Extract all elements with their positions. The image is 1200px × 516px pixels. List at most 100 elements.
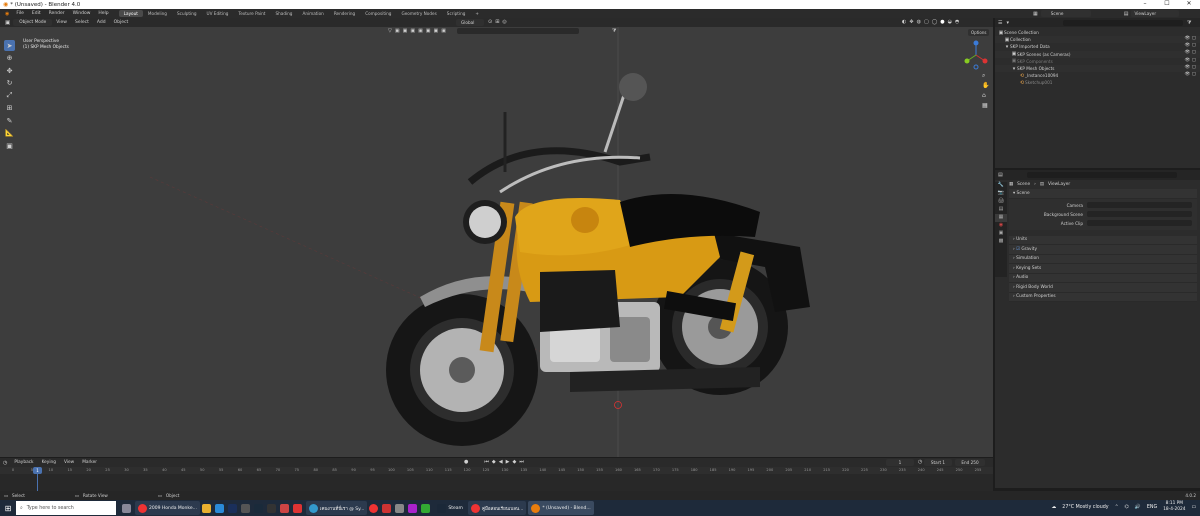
- app-icon[interactable]: [395, 503, 405, 513]
- annotate-tool-icon[interactable]: ✎: [4, 115, 15, 126]
- shading-rendered-icon[interactable]: ◓: [955, 19, 959, 25]
- proportional-edit-icon[interactable]: ◎: [502, 19, 506, 25]
- active-clip-field[interactable]: [1087, 220, 1192, 226]
- play-reverse-icon[interactable]: ◀: [499, 459, 503, 465]
- playhead[interactable]: 1: [33, 467, 42, 474]
- eye-icon[interactable]: 👁 ▢: [1185, 64, 1196, 71]
- mode-selector[interactable]: Object Mode: [13, 19, 53, 26]
- outliner-editor-icon[interactable]: ☰: [998, 20, 1002, 26]
- scene-tab-icon[interactable]: ▦: [995, 214, 1007, 222]
- weather-icon[interactable]: ☁: [1051, 505, 1056, 510]
- eye-icon[interactable]: 👁 ▢: [1185, 42, 1196, 49]
- menu-help[interactable]: Help: [94, 11, 112, 16]
- maximize-button[interactable]: ☐: [1156, 0, 1178, 7]
- motorcycle-model[interactable]: [380, 42, 820, 457]
- panel-rigid-body-world[interactable]: › Rigid Body World: [1009, 283, 1197, 293]
- menu-select[interactable]: Select: [71, 20, 93, 25]
- measure-tool-icon[interactable]: 📐: [4, 128, 15, 139]
- menu-keying[interactable]: Keying: [38, 460, 60, 465]
- windows-start-icon[interactable]: ⊞: [0, 504, 16, 513]
- outliner-item[interactable]: ▾ SKP Imported Data: [995, 43, 1200, 50]
- outliner-filter-icon[interactable]: ⧩: [1187, 20, 1191, 26]
- tab-geometry-nodes[interactable]: Geometry Nodes: [396, 10, 441, 17]
- gizmo-icon[interactable]: ✥: [909, 19, 913, 25]
- taskbar-app-chrome[interactable]: 2009 Honda Monke...: [135, 501, 200, 515]
- menu-timeline-view[interactable]: View: [60, 460, 78, 465]
- panel-keying-sets[interactable]: › Keying Sets: [1009, 264, 1197, 274]
- jump-end-icon[interactable]: ⏭: [519, 459, 524, 465]
- store-icon[interactable]: [240, 503, 250, 513]
- file-explorer-icon[interactable]: [201, 503, 211, 513]
- tray-chevron-icon[interactable]: ⌃: [1115, 505, 1119, 510]
- blender-menu-icon[interactable]: ◉: [2, 11, 12, 17]
- shading-material-icon[interactable]: ◒: [948, 19, 952, 25]
- notification-icon[interactable]: ▭: [1191, 505, 1196, 510]
- taskbar-app-steam[interactable]: Steam: [434, 501, 466, 515]
- minimize-button[interactable]: –: [1134, 0, 1156, 7]
- shading-wireframe-icon[interactable]: ◯: [932, 19, 938, 25]
- move-tool-icon[interactable]: ✥: [4, 65, 15, 76]
- taskbar-app-chat[interactable]: เคนงานที่นี่เรา @ Sy...: [305, 501, 368, 515]
- panel-audio[interactable]: › Audio: [1009, 273, 1197, 283]
- end-frame-field[interactable]: End 250: [955, 459, 985, 466]
- clock[interactable]: 8:11 PM 18-4-2024: [1163, 501, 1185, 513]
- visibility-icon[interactable]: ◐: [902, 19, 906, 25]
- snap-icon[interactable]: ⊞: [495, 19, 499, 25]
- panel-custom-properties[interactable]: › Custom Properties: [1009, 292, 1197, 302]
- eye-icon[interactable]: 👁 ▢: [1185, 71, 1196, 78]
- outliner-search-input[interactable]: [1063, 19, 1183, 26]
- menu-edit[interactable]: Edit: [28, 11, 45, 16]
- properties-editor-icon[interactable]: ▤: [998, 172, 1003, 178]
- add-cube-tool-icon[interactable]: ▣: [4, 140, 15, 151]
- eye-icon[interactable]: 👁 ▢: [1185, 49, 1196, 56]
- menu-view[interactable]: View: [52, 20, 71, 25]
- cursor-tool-icon[interactable]: ⊕: [4, 53, 15, 64]
- eye-icon[interactable]: 👁 ▢: [1185, 57, 1196, 64]
- menu-object[interactable]: Object: [110, 20, 133, 25]
- current-frame-field[interactable]: 1: [886, 459, 914, 466]
- network-icon[interactable]: ⌬: [1125, 505, 1129, 510]
- tab-texture-paint[interactable]: Texture Paint: [233, 10, 270, 17]
- scene-selector[interactable]: Scene: [1040, 10, 1091, 17]
- photoshop-icon[interactable]: [227, 503, 237, 513]
- edge-icon[interactable]: [214, 503, 224, 513]
- jump-start-icon[interactable]: ⏮: [484, 459, 489, 465]
- app-icon[interactable]: [266, 503, 276, 513]
- menu-render[interactable]: Render: [45, 11, 69, 16]
- tab-sculpting[interactable]: Sculpting: [172, 10, 202, 17]
- rotate-tool-icon[interactable]: ↻: [4, 78, 15, 89]
- start-frame-field[interactable]: Start 1: [924, 459, 952, 466]
- app-icon[interactable]: [408, 503, 418, 513]
- properties-search-input[interactable]: [1026, 172, 1177, 178]
- world-tab-icon[interactable]: ◉: [995, 222, 1007, 230]
- collection-tab-icon[interactable]: ▣: [995, 230, 1007, 238]
- app-icon[interactable]: [292, 503, 302, 513]
- chrome-icon[interactable]: [369, 503, 379, 513]
- menu-marker[interactable]: Marker: [78, 460, 101, 465]
- outliner-item[interactable]: ▣ Collection: [995, 36, 1200, 44]
- panel-gravity[interactable]: › ☑ Gravity: [1009, 245, 1197, 255]
- menu-file[interactable]: File: [12, 11, 28, 16]
- steam-small-icon[interactable]: [253, 503, 263, 513]
- view-layer-tab-icon[interactable]: ▤: [995, 206, 1007, 214]
- panel-simulation[interactable]: › Simulation: [1009, 254, 1197, 264]
- tab-scripting[interactable]: Scripting: [442, 10, 471, 17]
- timeline-editor-icon[interactable]: ◷: [0, 460, 10, 466]
- outliner-item[interactable]: ▾ SKP Mesh Objects: [995, 64, 1200, 73]
- outliner-item[interactable]: ▣ SKP Components: [995, 58, 1200, 65]
- eye-icon[interactable]: 👁 ▢: [1185, 35, 1196, 42]
- menu-playback[interactable]: Playback: [10, 460, 37, 465]
- outliner-item[interactable]: ⟲ _Instance10094: [995, 72, 1200, 79]
- outliner-item[interactable]: ▣ Scene Collection: [995, 29, 1200, 36]
- panel-units[interactable]: › Units: [1009, 235, 1197, 245]
- language-indicator[interactable]: ENG: [1147, 505, 1157, 510]
- outliner-item[interactable]: ⟲ Sketchup001: [995, 79, 1200, 86]
- view-layer-selector[interactable]: ViewLayer: [1131, 10, 1180, 17]
- texture-tab-icon[interactable]: ▩: [995, 238, 1007, 246]
- tab-compositing[interactable]: Compositing: [360, 10, 396, 17]
- tab-shading[interactable]: Shading: [270, 10, 297, 17]
- record-icon[interactable]: ●: [464, 459, 468, 465]
- task-view-icon[interactable]: [122, 503, 131, 513]
- menu-add[interactable]: Add: [93, 20, 110, 25]
- scale-tool-icon[interactable]: ⤢: [4, 90, 15, 101]
